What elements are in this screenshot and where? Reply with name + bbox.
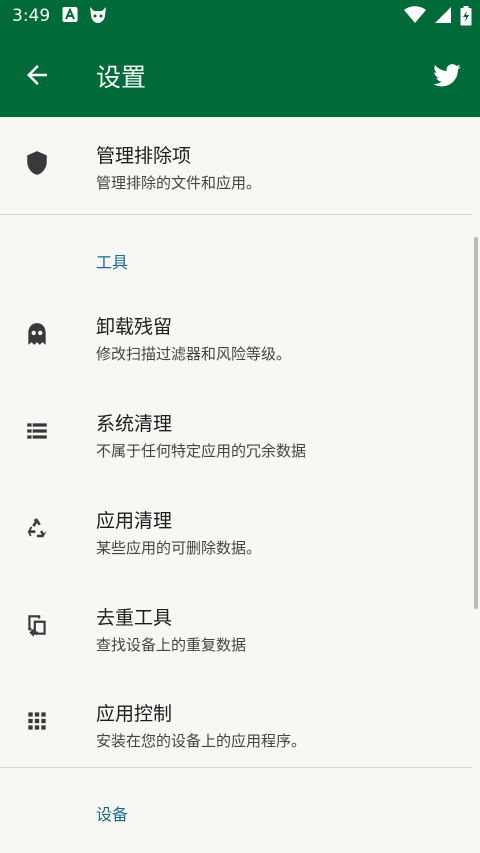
pref-deduplicator[interactable]: 去重工具 查找设备上的重复数据: [0, 579, 472, 675]
divider: [0, 214, 472, 215]
pref-exclusions-title: 管理排除项: [96, 145, 192, 167]
page-title: 设置: [96, 63, 147, 92]
recycle-icon: [27, 518, 47, 538]
arrow-back-icon: [27, 65, 47, 85]
back-button[interactable]: [22, 60, 52, 90]
status-bar: 3:49: [0, 0, 480, 32]
pref-app-control[interactable]: 应用控制 安装在您的设备上的应用程序。: [0, 675, 472, 771]
pref-corpse-finder[interactable]: 卸载残留 修改扫描过滤器和风险等级。: [0, 288, 472, 384]
pref-corpse-finder-title: 卸载残留: [96, 316, 173, 338]
status-system-icons: [404, 6, 472, 26]
pref-app-cleaner[interactable]: 应用清理 某些应用的可删除数据。: [0, 482, 472, 578]
pref-system-cleaner-title: 系统清理: [96, 413, 173, 435]
pref-deduplicator-summary: 查找设备上的重复数据: [96, 636, 247, 654]
pref-app-cleaner-summary: 某些应用的可删除数据。: [96, 539, 262, 557]
pref-exclusions[interactable]: 管理排除项 管理排除的文件和应用。: [0, 117, 472, 213]
scrollbar[interactable]: [474, 237, 478, 609]
section-header-tools: 工具: [96, 253, 129, 272]
shield-icon: [27, 151, 47, 175]
pref-app-control-summary: 安装在您的设备上的应用程序。: [96, 732, 307, 750]
wifi-icon: [404, 6, 426, 23]
notification-a-icon: [62, 7, 78, 22]
apps-grid-icon: [28, 712, 46, 730]
settings-list[interactable]: 管理排除项 管理排除的文件和应用。 工具 卸载残留 修改扫描过滤器和风险等级。 …: [0, 117, 480, 853]
section-header-device: 设备: [96, 805, 129, 824]
twitter-icon: [433, 64, 461, 87]
pref-corpse-finder-summary: 修改扫描过滤器和风险等级。: [96, 345, 292, 363]
pref-exclusions-summary: 管理排除的文件和应用。: [96, 174, 262, 192]
pref-app-cleaner-title: 应用清理: [96, 510, 173, 532]
battery-charging-icon: [460, 6, 472, 26]
status-notification-icons: [62, 6, 108, 24]
app-bar: 设置: [0, 32, 480, 117]
list-icon: [27, 423, 47, 439]
twitter-button[interactable]: [432, 61, 462, 91]
status-time: 3:49: [12, 6, 51, 26]
pref-deduplicator-title: 去重工具: [96, 607, 173, 629]
pref-system-cleaner[interactable]: 系统清理 不属于任何特定应用的冗余数据: [0, 385, 472, 481]
notification-devil-icon: [90, 7, 106, 23]
pref-app-control-title: 应用控制: [96, 703, 173, 725]
duplicate-icon: [28, 615, 46, 637]
divider: [0, 767, 472, 768]
signal-icon: [435, 7, 451, 23]
pref-system-cleaner-summary: 不属于任何特定应用的冗余数据: [96, 442, 307, 460]
ghost-icon: [28, 323, 46, 345]
